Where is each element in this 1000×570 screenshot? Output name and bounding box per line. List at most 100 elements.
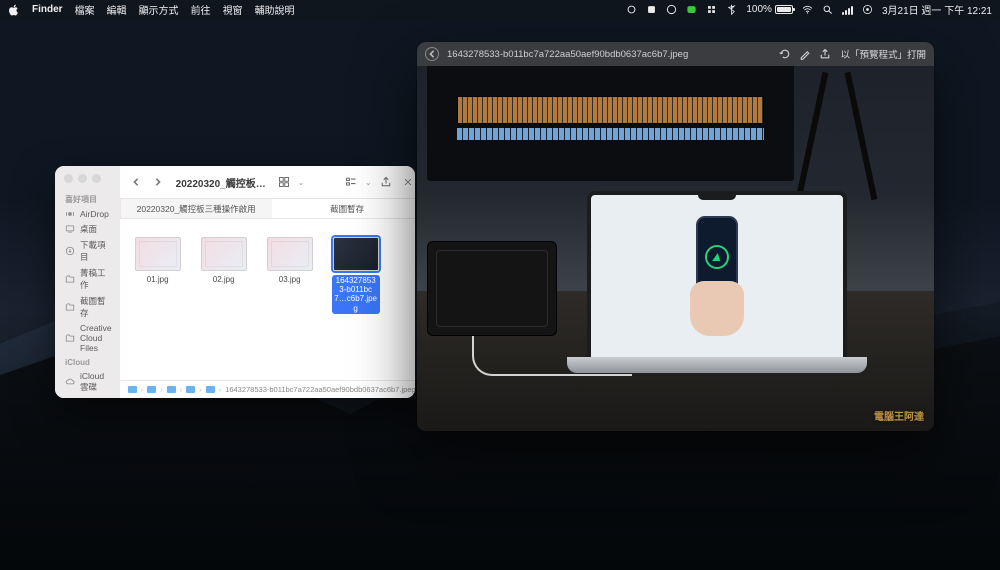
menu-window[interactable]: 視窗 [223, 2, 243, 17]
tab-label: 截圖暫存 [330, 203, 364, 215]
menu-edit[interactable]: 編輯 [107, 2, 127, 17]
folder-icon [167, 386, 176, 393]
battery-pct: 100% [746, 4, 772, 15]
folder-title: 20220320_觸控板… [176, 175, 266, 190]
menu-help[interactable]: 輔助說明 [255, 2, 295, 17]
finder-toolbar: 20220320_觸控板… ⌄ ⌄ [120, 166, 415, 199]
thumbnail [201, 237, 247, 271]
sidebar-item-label: AirDrop [80, 209, 109, 219]
photo-case [427, 241, 557, 336]
menu-bar: Finder 檔案 編輯 顯示方式 前往 視窗 輔助說明 100% 3月21日 … [0, 0, 1000, 19]
sidebar-header-favorites: 喜好項目 [55, 191, 120, 207]
finder-sidebar: 喜好項目 AirDrop 桌面 下載項目 菁稿工作 截圖暫存 Creative … [55, 166, 120, 398]
sidebar-item-label: Creative Cloud Files [80, 323, 112, 353]
thumbnail [267, 237, 313, 271]
share-button[interactable] [816, 45, 834, 63]
apple-menu[interactable] [8, 4, 20, 16]
window-controls [55, 174, 120, 191]
path-filename: 1643278533-b011bc7a722aa50aef90bdb0637ac… [225, 385, 415, 394]
rotate-button[interactable] [776, 45, 794, 63]
zoom-button[interactable] [92, 174, 101, 183]
charging-ring-icon [705, 245, 729, 269]
search-icon[interactable] [822, 4, 833, 15]
photo-stand [789, 71, 884, 211]
thumbnail [333, 237, 379, 271]
file-item-selected[interactable]: 1643278533-b011bc7…c6b7.jpeg [332, 237, 380, 380]
watermark: 電腦王阿達 [874, 408, 924, 423]
menu-file[interactable]: 檔案 [75, 2, 95, 17]
folder-icon [128, 386, 137, 393]
quicklook-titlebar: 1643278533-b011bc7a722aa50aef90bdb0637ac… [417, 42, 934, 66]
view-icon-grid[interactable] [276, 174, 292, 190]
close-button[interactable] [64, 174, 73, 183]
sidebar-item-label: 已共享 [80, 397, 106, 398]
battery-status[interactable]: 100% [746, 4, 793, 15]
quicklook-filename: 1643278533-b011bc7a722aa50aef90bdb0637ac… [447, 49, 688, 60]
quicklook-content: 電腦王阿達 [417, 66, 934, 431]
menu-view[interactable]: 顯示方式 [139, 2, 179, 17]
sidebar-item-airdrop[interactable]: AirDrop [55, 207, 120, 221]
more-button[interactable] [400, 174, 415, 190]
lightning-bolt-icon [712, 253, 722, 261]
sidebar-item-desktop[interactable]: 桌面 [55, 221, 120, 237]
sidebar-item-ccfiles[interactable]: Creative Cloud Files [55, 321, 120, 355]
status-icon-1[interactable] [626, 4, 637, 15]
file-name: 02.jpg [213, 275, 235, 284]
sidebar-item-label: iCloud 雲碟 [80, 371, 112, 393]
finder-main: 20220320_觸控板… ⌄ ⌄ 20220320_觸控板三種操作啟用 截圖暫… [120, 166, 415, 398]
tab-label: 20220320_觸控板三種操作啟用 [137, 203, 256, 215]
sidebar-item-label: 截圖暫存 [80, 295, 112, 319]
wifi-icon[interactable] [802, 4, 813, 15]
finder-window[interactable]: 喜好項目 AirDrop 桌面 下載項目 菁稿工作 截圖暫存 Creative … [55, 166, 415, 398]
forward-button[interactable] [150, 174, 166, 190]
sidebar-item-label: 菁稿工作 [80, 267, 112, 291]
status-icon-2[interactable] [646, 4, 657, 15]
menu-go[interactable]: 前往 [191, 2, 211, 17]
photo-monitor [427, 66, 794, 181]
markup-button[interactable] [796, 45, 814, 63]
open-with-preview-button[interactable]: 以「預覽程式」打開 [840, 47, 926, 61]
back-button[interactable] [128, 174, 144, 190]
sidebar-item-shared[interactable]: 已共享 [55, 395, 120, 398]
battery-icon [775, 5, 793, 14]
sidebar-item-label: 桌面 [80, 223, 97, 235]
line-icon[interactable] [686, 4, 697, 15]
clock[interactable]: 3月21日 週一 下午 12:21 [882, 2, 992, 17]
file-item[interactable]: 02.jpg [200, 237, 248, 380]
status-icon-3[interactable] [666, 4, 677, 15]
control-center-icon[interactable] [842, 5, 853, 15]
file-grid: 01.jpg 02.jpg 03.jpg 1643278533-b011bc7…… [120, 219, 415, 380]
status-icon-4[interactable] [706, 4, 717, 15]
photo-macbook [567, 191, 867, 391]
file-item[interactable]: 01.jpg [134, 237, 182, 380]
tab-1[interactable]: 截圖暫存 [272, 199, 415, 218]
file-name: 1643278533-b011bc7…c6b7.jpeg [332, 275, 380, 314]
tab-0[interactable]: 20220320_觸控板三種操作啟用 [120, 199, 272, 218]
quicklook-window[interactable]: 1643278533-b011bc7a722aa50aef90bdb0637ac… [417, 42, 934, 431]
folder-icon [147, 386, 156, 393]
sidebar-item-screenshots[interactable]: 截圖暫存 [55, 293, 120, 321]
back-chevron-button[interactable] [425, 47, 439, 61]
group-button[interactable] [343, 174, 359, 190]
share-button[interactable] [378, 174, 394, 190]
sidebar-item-iclouddrive[interactable]: iCloud 雲碟 [55, 369, 120, 395]
finder-tabs: 20220320_觸控板三種操作啟用 截圖暫存 [120, 199, 415, 219]
folder-icon [186, 386, 195, 393]
file-name: 01.jpg [147, 275, 169, 284]
minimize-button[interactable] [78, 174, 87, 183]
sidebar-item-work[interactable]: 菁稿工作 [55, 265, 120, 293]
path-bar[interactable]: › › › › › 1643278533-b011bc7a722aa50aef9… [120, 380, 415, 398]
file-item[interactable]: 03.jpg [266, 237, 314, 380]
sidebar-item-label: 下載項目 [80, 239, 112, 263]
sidebar-header-icloud: iCloud [55, 355, 120, 369]
photo-hand-phone [682, 216, 752, 336]
sidebar-item-downloads[interactable]: 下載項目 [55, 237, 120, 265]
file-name: 03.jpg [279, 275, 301, 284]
folder-icon [206, 386, 215, 393]
app-name[interactable]: Finder [32, 4, 63, 15]
siri-icon[interactable] [862, 4, 873, 15]
chevron-down-icon[interactable]: ⌄ [298, 178, 305, 187]
chevron-down-icon[interactable]: ⌄ [365, 178, 372, 187]
thumbnail [135, 237, 181, 271]
bluetooth-icon[interactable] [726, 4, 737, 15]
